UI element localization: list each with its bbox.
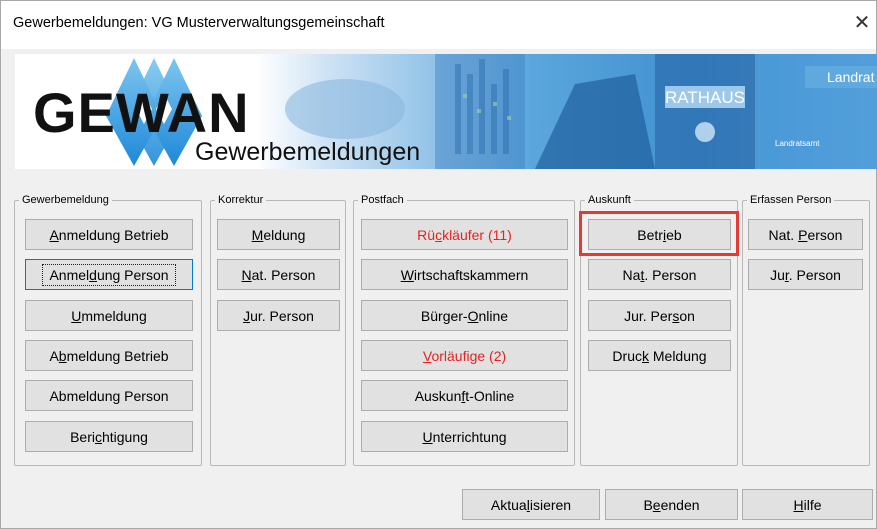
svg-text:Landrat: Landrat [827, 69, 875, 85]
group-legend: Postfach [361, 194, 404, 206]
window-title: Gewerbemeldungen: VG Musterverwaltungsge… [13, 15, 385, 31]
auskunft-betrieb-button[interactable]: Betrieb [588, 219, 731, 250]
svg-text:Landratsamt: Landratsamt [775, 139, 820, 148]
anmeldung-person-button[interactable]: Anmeldung Person [25, 259, 193, 290]
beenden-button[interactable]: Beenden [605, 489, 738, 520]
korrektur-jur-person-button[interactable]: Jur. Person [217, 300, 340, 331]
ummeldung-button[interactable]: Ummeldung [25, 300, 193, 331]
group-legend: Erfassen Person [750, 194, 832, 206]
gewan-banner: RATHAUS Landrat Landratsamt GEWAN Gewerb… [15, 54, 877, 169]
korrektur-meldung-button[interactable]: Meldung [217, 219, 340, 250]
logo-text: GEWAN [33, 81, 250, 144]
hilfe-button[interactable]: Hilfe [742, 489, 873, 520]
title-bar: Gewerbemeldungen: VG Musterverwaltungsge… [1, 1, 876, 49]
unterrichtung-button[interactable]: Unterrichtung [361, 421, 568, 452]
korrektur-nat-person-button[interactable]: Nat. Person [217, 259, 340, 290]
anmeldung-betrieb-button[interactable]: Anmeldung Betrieb [25, 219, 193, 250]
logo-subtitle: Gewerbemeldungen [195, 138, 420, 166]
druck-meldung-button[interactable]: Druck Meldung [588, 340, 731, 371]
wirtschaftskammern-button[interactable]: Wirtschaftskammern [361, 259, 568, 290]
banner-graphic: RATHAUS Landrat Landratsamt GEWAN Gewerb… [15, 54, 877, 169]
rueckläufer-button[interactable]: Rückläufer (11) [361, 219, 568, 250]
close-icon[interactable]: ✕ [848, 5, 876, 41]
buerger-online-button[interactable]: Bürger-Online [361, 300, 568, 331]
group-legend: Korrektur [218, 194, 264, 206]
main-window: Gewerbemeldungen: VG Musterverwaltungsge… [0, 0, 877, 529]
erfassen-jur-person-button[interactable]: Jur. Person [748, 259, 863, 290]
vorlaeufige-button[interactable]: Vorläufige (2) [361, 340, 568, 371]
auskunft-nat-person-button[interactable]: Nat. Person [588, 259, 731, 290]
group-legend: Gewerbemeldung [22, 194, 109, 206]
berichtigung-button[interactable]: Berichtigung [25, 421, 193, 452]
rathaus-building [655, 54, 755, 169]
svg-text:RATHAUS: RATHAUS [665, 88, 745, 107]
abmeldung-person-button[interactable]: Abmeldung Person [25, 380, 193, 411]
erfassen-nat-person-button[interactable]: Nat. Person [748, 219, 863, 250]
group-legend: Auskunft [588, 194, 631, 206]
abmeldung-betrieb-button[interactable]: Abmeldung Betrieb [25, 340, 193, 371]
handshake-shape [285, 79, 405, 139]
auskunft-jur-person-button[interactable]: Jur. Person [588, 300, 731, 331]
aktualisieren-button[interactable]: Aktualisieren [462, 489, 600, 520]
auskunft-online-button[interactable]: Auskunft-Online [361, 380, 568, 411]
